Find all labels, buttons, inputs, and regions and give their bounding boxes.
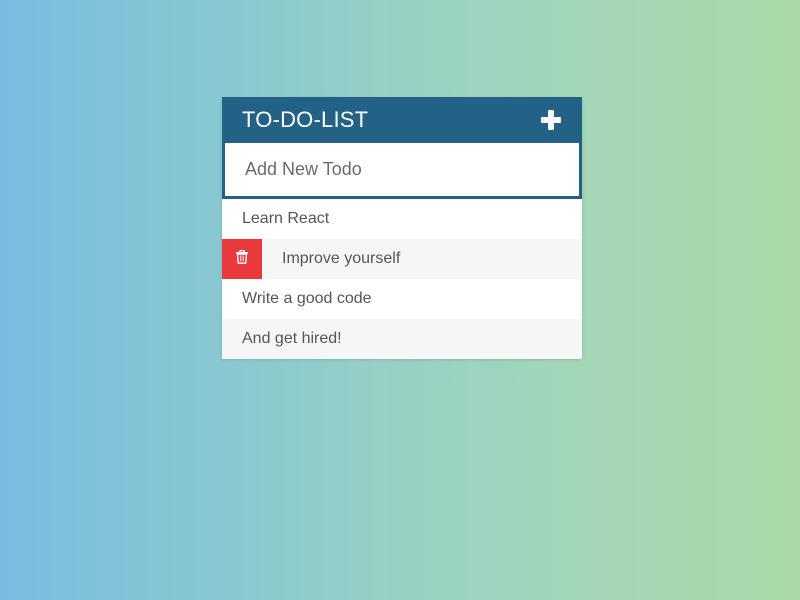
page-title: TO-DO-LIST xyxy=(242,107,369,132)
todo-app: TO-DO-LIST Add New Todo Learn React Impr… xyxy=(222,97,582,359)
todo-header: TO-DO-LIST xyxy=(222,97,582,143)
trash-icon xyxy=(235,249,249,269)
plus-icon[interactable] xyxy=(540,109,562,131)
delete-button[interactable] xyxy=(222,239,262,279)
todo-item-label: And get hired! xyxy=(242,330,342,347)
todo-item[interactable]: Write a good code xyxy=(222,279,582,319)
todo-item-label: Write a good code xyxy=(242,290,372,307)
todo-item[interactable]: And get hired! xyxy=(222,319,582,359)
todo-list: Learn React Improve yourself Write a goo… xyxy=(222,199,582,359)
todo-item-label: Improve yourself xyxy=(282,250,401,267)
todo-item[interactable]: Improve yourself xyxy=(222,239,582,279)
todo-item[interactable]: Learn React xyxy=(222,199,582,239)
todo-item-label: Learn React xyxy=(242,210,330,227)
new-todo-input[interactable] xyxy=(225,143,579,196)
new-todo-field-wrapper xyxy=(222,143,582,199)
